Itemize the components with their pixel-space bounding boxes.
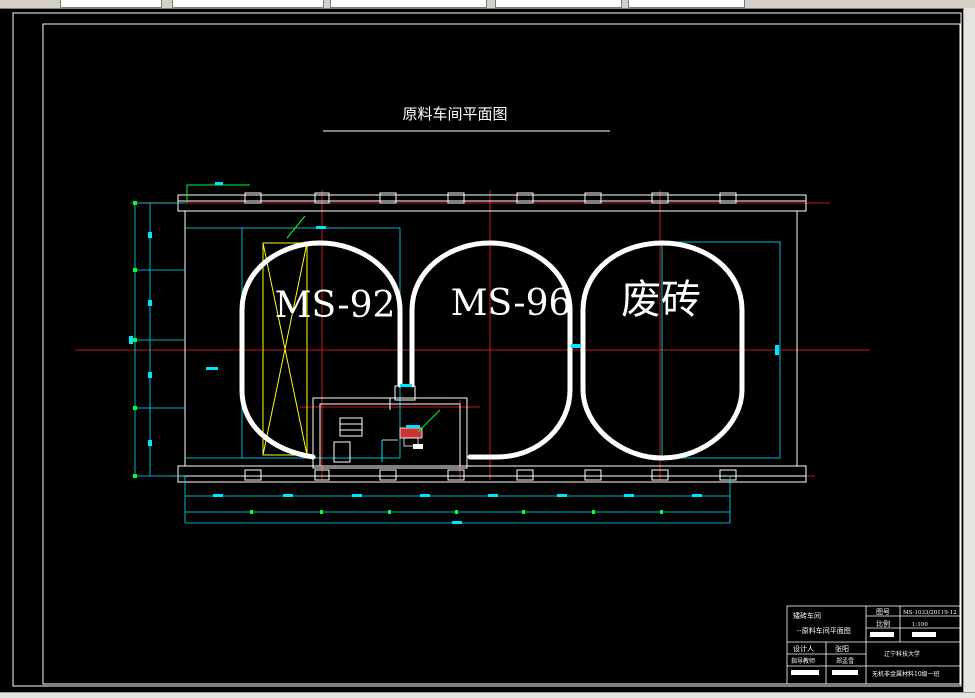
toolbar-field-1[interactable] [60, 0, 162, 8]
horizontal-scrollbar[interactable] [0, 692, 975, 698]
tb-advisor: 郑孟雪 [836, 657, 854, 665]
left-dimension-chain [134, 202, 185, 477]
rail-loop-waste [580, 240, 745, 461]
inner-frame [42, 23, 961, 685]
vertical-scrollbar[interactable] [963, 8, 975, 692]
tb-label-advisor: 指导教师 [791, 657, 815, 665]
toolbar-field-5[interactable] [628, 0, 745, 8]
tb-scale: 1:100 [912, 622, 928, 628]
loop-label-waste: 废砖 [621, 277, 701, 323]
tb-label-drawing-no: 图号 [876, 608, 890, 616]
tb-designer: 张阳 [835, 644, 849, 653]
bottom-dimension-labels [213, 226, 779, 524]
central-room [312, 385, 468, 469]
toolbar-field-4[interactable] [495, 0, 622, 8]
toolbar-field-2[interactable] [172, 0, 324, 8]
drawing-canvas[interactable]: 原料车间平面图 MS-92 MS-96 废砖 矮砖车间 --原料车间平面图 图号… [0, 8, 963, 692]
title-block-text: 矮砖车间 --原料车间平面图 图号 MS-1033/20119-12 比例 1:… [791, 608, 957, 678]
drawing-title: 原料车间平面图 [402, 105, 507, 123]
rail-loops [239, 240, 745, 461]
tb-label-designer: 设计人 [793, 644, 814, 653]
yellow-storage-box [262, 242, 308, 456]
loop-label-ms92: MS-92 [275, 285, 396, 326]
tb-project-line1: 矮砖车间 [793, 611, 821, 620]
tb-project-line2: --原料车间平面图 [797, 626, 851, 635]
left-dimension-labels [129, 182, 223, 446]
tb-label-scale: 比例 [876, 619, 890, 628]
loop-label-ms96: MS-96 [451, 283, 572, 324]
tb-school: 辽宁科技大学 [884, 650, 920, 658]
toolbar-field-3[interactable] [330, 0, 487, 8]
tb-class: 无机非金属材料10级一班 [872, 670, 940, 678]
cyan-room-outlines [185, 227, 781, 459]
axis-lines [75, 190, 870, 480]
bottom-dimension-chain [184, 476, 731, 524]
building-walls [177, 194, 807, 483]
central-equipment [381, 427, 423, 462]
tb-drawing-no: MS-1033/20119-12 [903, 610, 957, 616]
